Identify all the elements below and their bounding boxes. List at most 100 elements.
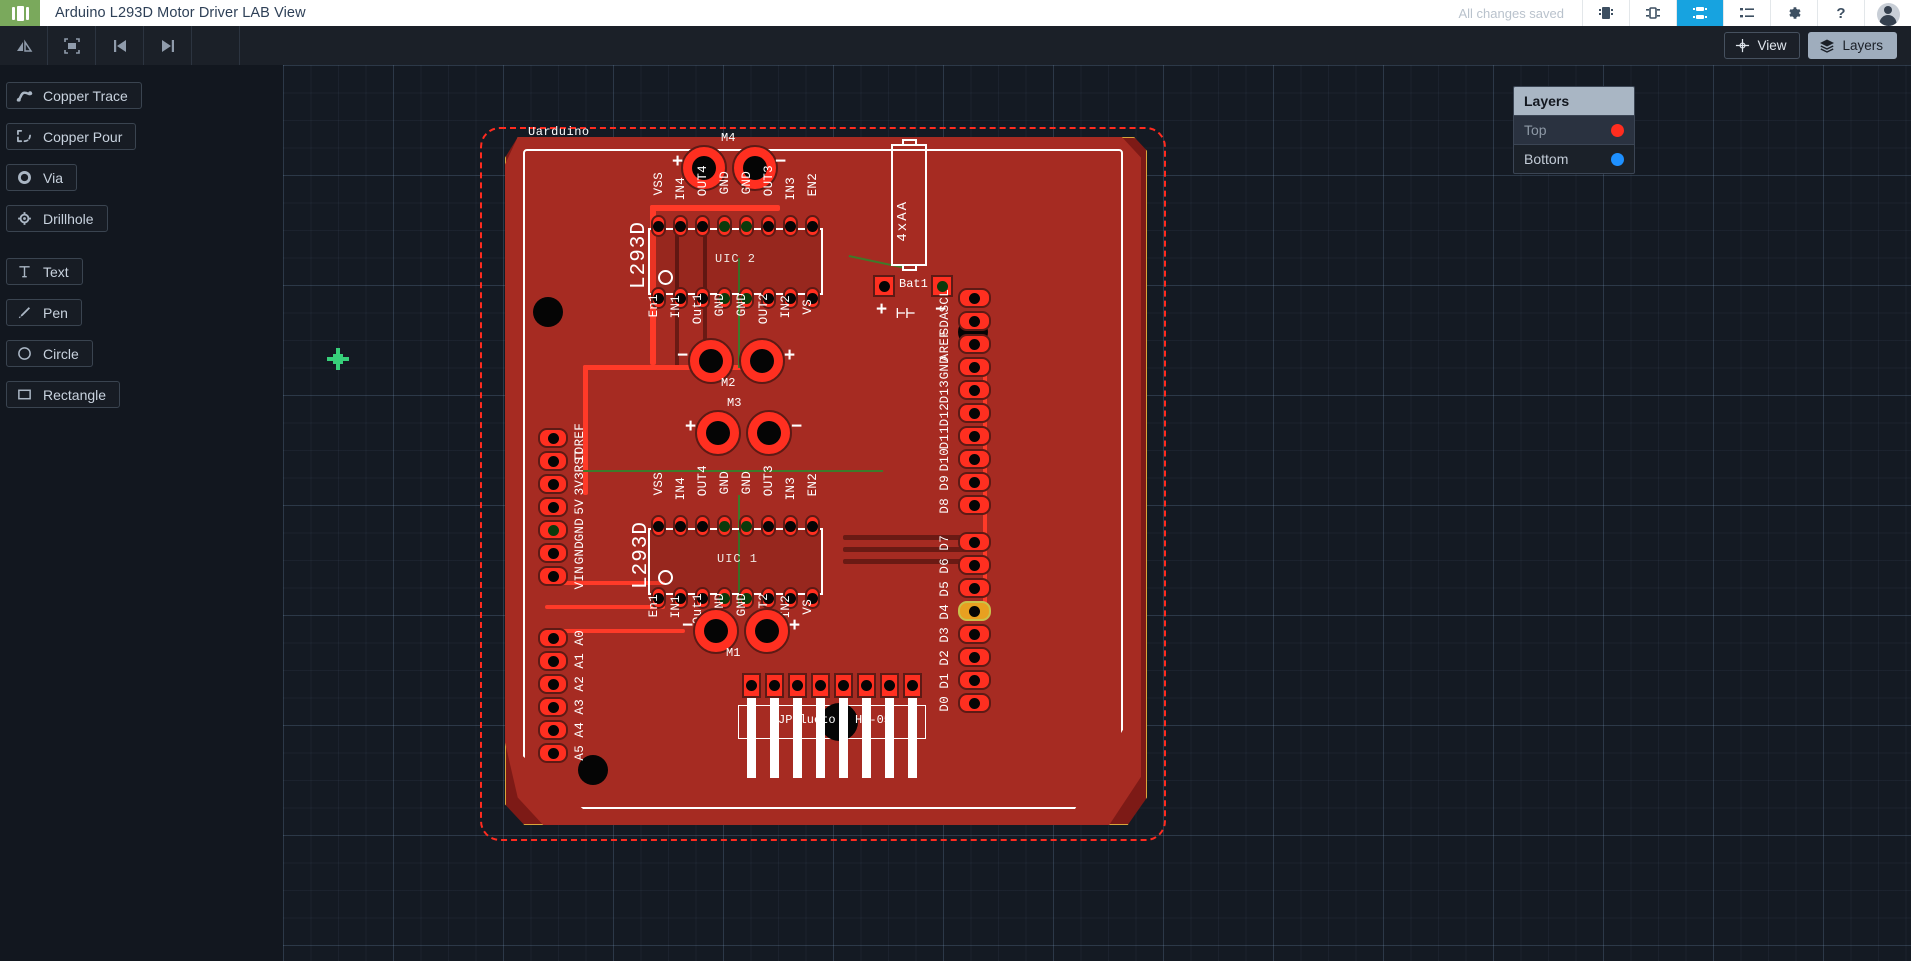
settings-button[interactable] [1770, 0, 1817, 26]
header-pad-5v[interactable] [538, 497, 568, 517]
battery-pad-plus[interactable] [873, 275, 895, 297]
ic-pad[interactable] [739, 215, 754, 237]
header-pad-gnd2[interactable] [538, 543, 568, 563]
bluetooth-pad[interactable] [880, 673, 899, 698]
app-logo[interactable] [0, 0, 40, 26]
bluetooth-pad[interactable] [742, 673, 761, 698]
header-pad-d13[interactable] [958, 380, 991, 400]
header-pad-d6[interactable] [958, 555, 991, 575]
header-pad-gnd[interactable] [958, 357, 991, 377]
pcb-view-button[interactable] [1676, 0, 1723, 26]
step-back-button[interactable] [96, 26, 144, 65]
motor-pad-m3-minus[interactable] [746, 410, 792, 456]
header-pad-d4-selected[interactable] [958, 601, 991, 621]
header-pad-ioref[interactable] [538, 428, 568, 448]
step-forward-button[interactable] [144, 26, 192, 65]
header-pad-vin[interactable] [538, 566, 568, 586]
header-pad-a3[interactable] [538, 697, 568, 717]
ic-pad[interactable] [739, 515, 754, 537]
app-bar: Arduino L293D Motor Driver LAB View All … [0, 0, 1911, 26]
ic-pad[interactable] [805, 215, 820, 237]
header-pad-d11[interactable] [958, 426, 991, 446]
header-pad-d9[interactable] [958, 472, 991, 492]
toolbar-right-group: View Layers [1724, 32, 1911, 59]
rectangle-icon [16, 387, 33, 402]
header-pad-a5[interactable] [538, 743, 568, 763]
tool-copper-pour[interactable]: Copper Pour [6, 123, 137, 150]
header-pad-d8[interactable] [958, 495, 991, 515]
pcb-footprint-button[interactable] [1629, 0, 1676, 26]
motor-pad-m3-plus[interactable] [695, 410, 741, 456]
header-pad-sda[interactable] [958, 311, 991, 331]
ic-pad[interactable] [783, 215, 798, 237]
header-pad-a0[interactable] [538, 628, 568, 648]
header-pad-d3[interactable] [958, 624, 991, 644]
mounting-hole[interactable] [533, 297, 563, 327]
layer-row-top[interactable]: Top [1514, 115, 1634, 144]
bom-list-button[interactable] [1723, 0, 1770, 26]
motor-pad-m1-plus[interactable] [744, 608, 790, 654]
pcb-canvas[interactable]: Uarduino M4 + − UIC 2 L293D VSS IN4 OUT4… [283, 65, 1911, 961]
header-pin-label: D2 [938, 650, 952, 666]
ic-pad[interactable] [761, 515, 776, 537]
ic-pad[interactable] [761, 215, 776, 237]
ic-pad[interactable] [695, 515, 710, 537]
tool-drillhole[interactable]: Drillhole [6, 205, 108, 232]
header-pad-d5[interactable] [958, 578, 991, 598]
ic-pad[interactable] [651, 515, 666, 537]
header-pad-aref[interactable] [958, 334, 991, 354]
header-pad-a2[interactable] [538, 674, 568, 694]
header-pin-label: A4 [573, 722, 587, 738]
ic-pad[interactable] [673, 215, 688, 237]
header-pad-d2[interactable] [958, 647, 991, 667]
bluetooth-pad[interactable] [903, 673, 922, 698]
tool-via[interactable]: Via [6, 164, 77, 191]
motor-pad-m2-plus[interactable] [739, 338, 785, 384]
avatar[interactable] [1864, 0, 1911, 26]
bluetooth-pad[interactable] [834, 673, 853, 698]
text-icon [16, 264, 33, 279]
header-pin-label: D8 [938, 498, 952, 514]
header-pad-3v3[interactable] [538, 474, 568, 494]
header-pin-label: 3V3 [573, 472, 587, 496]
header-pad-d7[interactable] [958, 532, 991, 552]
ic-pad[interactable] [717, 515, 732, 537]
header-pad-d10[interactable] [958, 449, 991, 469]
bluetooth-pad[interactable] [857, 673, 876, 698]
header-pad-d0[interactable] [958, 693, 991, 713]
bluetooth-pad[interactable] [788, 673, 807, 698]
copper-trace[interactable] [650, 205, 780, 211]
layer-row-bottom[interactable]: Bottom [1514, 144, 1634, 173]
header-pad-a1[interactable] [538, 651, 568, 671]
ic-pad[interactable] [717, 215, 732, 237]
header-pad-rst[interactable] [538, 451, 568, 471]
header-pad-d12[interactable] [958, 403, 991, 423]
ic-pad[interactable] [651, 215, 666, 237]
header-pad-scl[interactable] [958, 288, 991, 308]
ic-pad[interactable] [673, 515, 688, 537]
tool-pen[interactable]: Pen [6, 299, 82, 326]
canvas-origin-marker [327, 348, 349, 370]
ic-pad[interactable] [805, 515, 820, 537]
layer-color-dot-bottom [1611, 152, 1624, 166]
ic-pad[interactable] [695, 215, 710, 237]
header-pad-gnd[interactable] [538, 520, 568, 540]
layers-button[interactable]: Layers [1808, 32, 1897, 59]
fit-to-screen-button[interactable] [48, 26, 96, 65]
header-pad-d1[interactable] [958, 670, 991, 690]
header-pad-a4[interactable] [538, 720, 568, 740]
bluetooth-pad[interactable] [811, 673, 830, 698]
tool-text[interactable]: Text [6, 258, 83, 285]
tool-copper-trace[interactable]: Copper Trace [6, 82, 142, 109]
tool-circle[interactable]: Circle [6, 340, 93, 367]
bluetooth-pad[interactable] [765, 673, 784, 698]
schematic-view-button[interactable] [1582, 0, 1629, 26]
ic-pad[interactable] [783, 515, 798, 537]
view-button[interactable]: View [1724, 32, 1801, 59]
layers-panel[interactable]: Layers Top Bottom [1513, 86, 1635, 174]
flip-board-button[interactable] [0, 26, 48, 65]
help-button[interactable]: ? [1817, 0, 1864, 26]
tool-rectangle-label: Rectangle [43, 386, 107, 403]
svg-text:?: ? [1836, 5, 1845, 22]
tool-rectangle[interactable]: Rectangle [6, 381, 121, 408]
